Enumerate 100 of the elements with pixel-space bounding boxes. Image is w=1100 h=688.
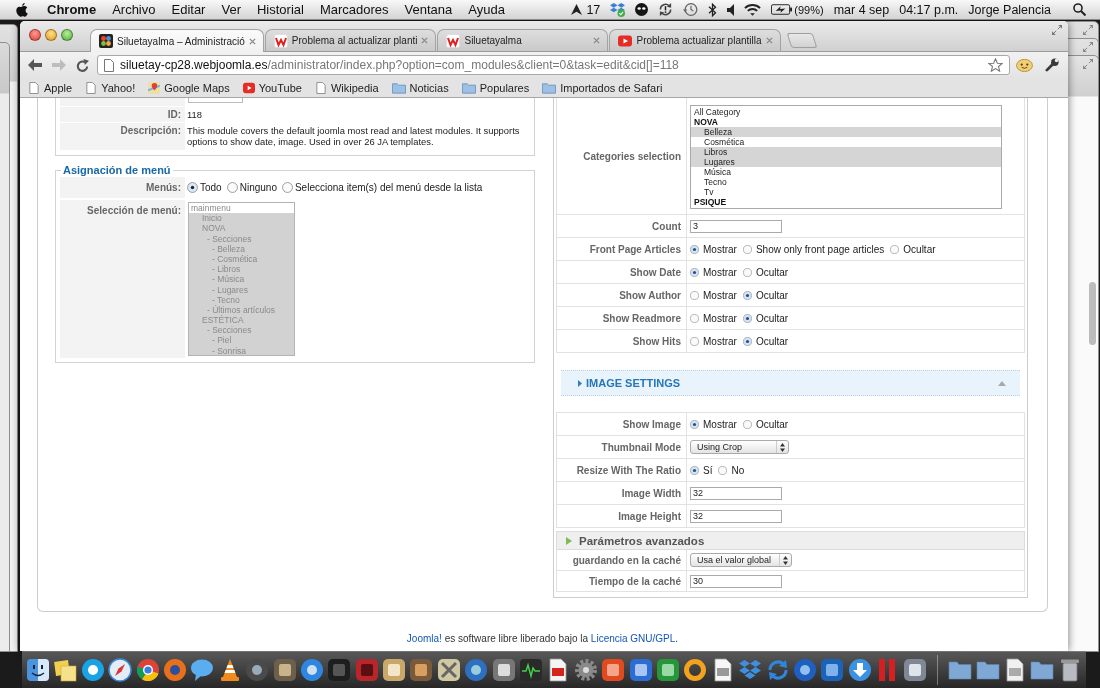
list-option[interactable]: Tecno [691, 177, 1001, 187]
app-icon[interactable] [299, 658, 324, 682]
gear-icon[interactable] [573, 658, 598, 682]
box-check-icon[interactable] [610, 2, 626, 17]
radio-option[interactable]: Ocultar [742, 418, 789, 430]
date-text[interactable]: mar 4 sep [833, 2, 890, 17]
list-option[interactable]: All Category [691, 107, 1001, 117]
window-minimize-button[interactable] [45, 29, 57, 41]
clock-icon[interactable] [683, 2, 699, 17]
bluetooth-icon[interactable] [708, 2, 718, 17]
sync-alert-icon[interactable] [658, 2, 674, 17]
radio-option[interactable]: Mostrar [690, 289, 737, 301]
wrench-icon[interactable] [1045, 58, 1059, 72]
speaker-icon[interactable] [727, 3, 735, 16]
bookmark-link[interactable]: Yahoo! [85, 81, 136, 94]
radio-option[interactable]: Mostrar [690, 418, 737, 430]
sticky-notes-icon[interactable] [53, 658, 78, 682]
text-field[interactable]: 32 [690, 486, 782, 500]
browser-tab[interactable]: Siluetayalma [437, 29, 609, 51]
radio-icon[interactable] [742, 336, 752, 346]
address-bar[interactable]: siluetay-cp28.webjoomla.es/administrator/index.php?option=com_modules&client=0&task=edit&cid[]=118 [97, 55, 1010, 75]
radio-option[interactable]: Ninguno [226, 182, 277, 193]
list-option[interactable]: Cosmética [691, 137, 1001, 147]
listbox[interactable]: All Category NOVA Belleza Cosmética Libros Lugares Música Tecno Tv PSIQUE [690, 105, 1002, 209]
text-field[interactable]: 32 [690, 509, 782, 523]
section-header[interactable]: IMAGE SETTINGS [561, 370, 1020, 396]
menu-item[interactable]: Archivo [112, 2, 156, 17]
radio-option[interactable]: Ocultar [742, 312, 789, 324]
book-icon[interactable] [382, 658, 407, 682]
text-field[interactable]: 3 [690, 219, 782, 233]
list-option[interactable]: Lugares [691, 157, 1001, 167]
apple-icon[interactable] [16, 2, 28, 17]
bookmark-link[interactable]: Wikipedia [314, 81, 379, 94]
expand-arrows-icon[interactable] [1083, 59, 1093, 69]
face-icon[interactable] [635, 3, 649, 16]
window-close-button[interactable] [29, 29, 41, 41]
radio-option[interactable]: Mostrar [690, 312, 737, 324]
menu-item[interactable]: Ventana [404, 2, 453, 17]
radio-icon[interactable] [742, 419, 752, 429]
battery-icon[interactable] [771, 4, 793, 15]
bookmark-link[interactable]: Noticias [391, 81, 449, 94]
box-icon[interactable] [738, 658, 763, 682]
radio-option[interactable]: Mostrar [690, 243, 737, 255]
browser-tab[interactable]: Problema actualizar plantilla [609, 29, 781, 51]
battery-percent[interactable]: (99%) [794, 3, 824, 16]
radio-icon[interactable] [742, 313, 752, 323]
count-text[interactable]: 17 [586, 2, 601, 17]
app-icon[interactable] [820, 658, 845, 682]
waveform-icon[interactable] [519, 658, 544, 682]
wifi-icon[interactable] [744, 3, 762, 16]
app-icon[interactable] [135, 658, 160, 682]
text-field[interactable] [188, 98, 243, 103]
speech-bubble-icon[interactable] [190, 658, 215, 682]
radio-icon[interactable] [690, 244, 699, 254]
expand-arrows-icon[interactable] [1083, 25, 1093, 35]
app-icon[interactable] [80, 658, 105, 682]
expand-arrows-icon[interactable] [1052, 25, 1062, 35]
radio-icon[interactable] [226, 182, 238, 193]
list-option[interactable]: Libros [691, 147, 1001, 157]
radio-icon[interactable] [690, 290, 699, 300]
dropdown[interactable]: Using Crop [690, 440, 789, 454]
ring-icon[interactable] [683, 658, 708, 682]
radio-icon[interactable] [690, 419, 699, 429]
radio-icon[interactable] [690, 465, 699, 475]
app-icon[interactable] [272, 658, 297, 682]
radio-icon[interactable] [281, 182, 293, 193]
folder-icon[interactable] [975, 658, 1000, 682]
bookmark-link[interactable]: Importados de Safari [542, 81, 663, 94]
radio-icon[interactable] [742, 290, 752, 300]
radio-option[interactable]: Mostrar [690, 335, 737, 347]
app-icon[interactable] [628, 658, 653, 682]
browser-tab[interactable]: Problema al actualizar planti [264, 29, 437, 51]
search-icon[interactable] [1073, 3, 1086, 16]
radio-option[interactable]: Ocultar [742, 335, 789, 347]
expand-arrows-icon[interactable] [1083, 42, 1093, 52]
radio-icon[interactable] [742, 244, 752, 254]
list-option[interactable]: Música [691, 167, 1001, 177]
folder-icon[interactable] [948, 658, 973, 682]
app-icon[interactable] [656, 658, 680, 682]
bookmark-link[interactable]: YouTube [242, 81, 302, 94]
camera-icon[interactable] [902, 658, 927, 682]
section-header[interactable]: Parámetros avanzados [556, 531, 1025, 550]
radio-option[interactable]: Ocultar [890, 243, 936, 255]
dropdown[interactable]: Usa el valor global [690, 553, 793, 567]
menu-item[interactable]: Marcadores [319, 2, 389, 17]
radio-icon[interactable] [187, 182, 198, 193]
app-icon[interactable] [792, 658, 817, 682]
triangle-icon[interactable] [571, 4, 583, 15]
face-tile-icon[interactable] [26, 658, 50, 682]
menu-item[interactable]: Editar [171, 2, 206, 17]
menu-item[interactable]: Ayuda [468, 2, 505, 17]
app-icon[interactable] [436, 658, 461, 682]
radio-icon[interactable] [890, 244, 900, 254]
radio-option[interactable]: Sí [690, 464, 713, 476]
footer-link[interactable]: Joomla! [406, 633, 442, 644]
scrollbar-thumb[interactable] [1089, 282, 1096, 345]
bookmark-link[interactable]: Populares [461, 81, 530, 94]
radio-icon[interactable] [718, 465, 728, 475]
bookmark-link[interactable]: Google Maps [148, 81, 230, 94]
close-icon[interactable] [248, 37, 256, 45]
